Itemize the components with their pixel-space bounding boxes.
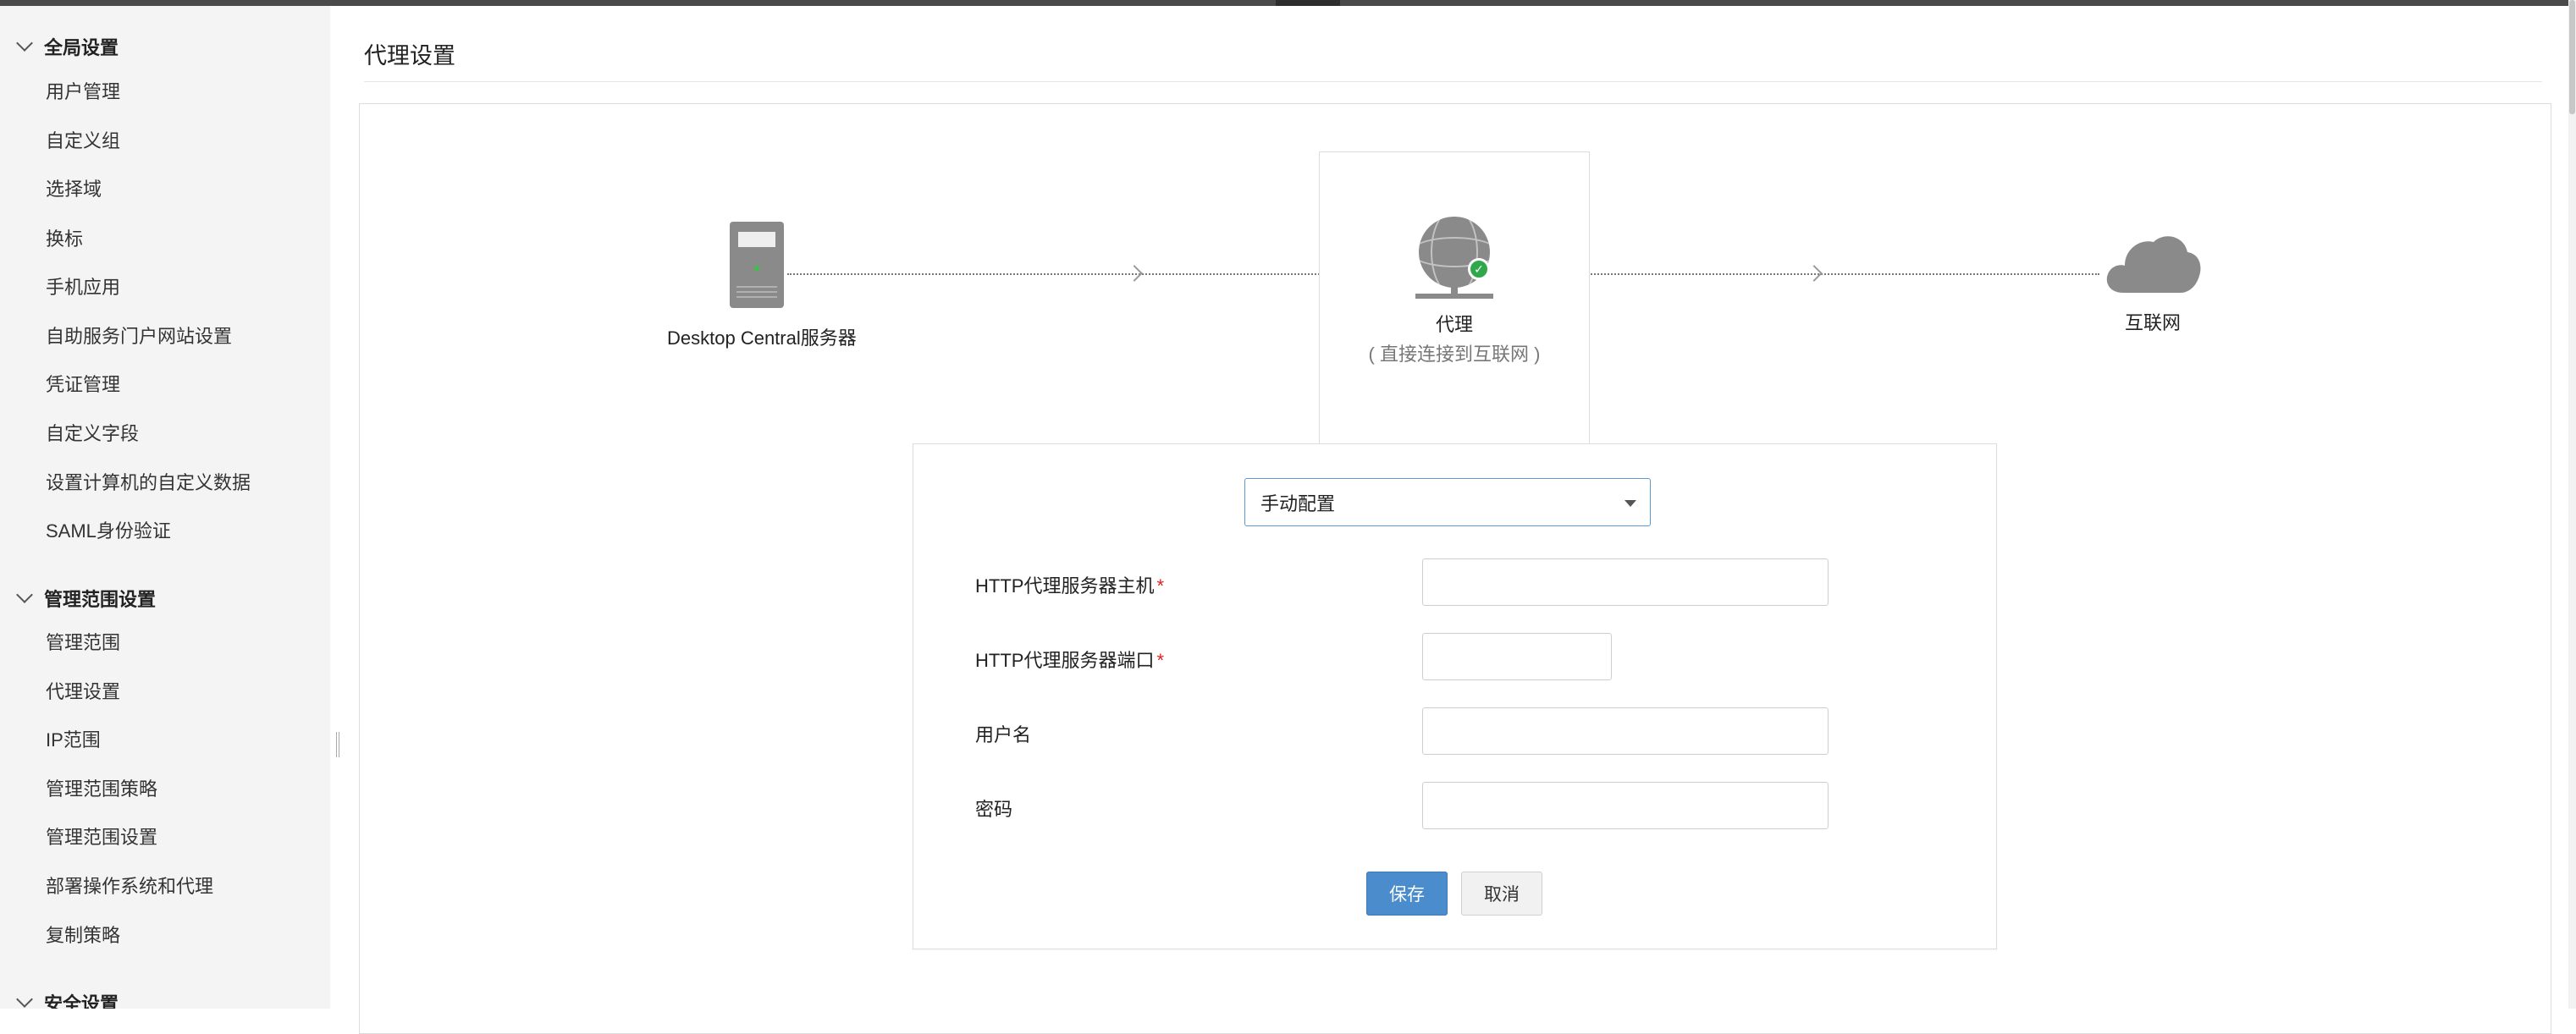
sidebar-item-computer-custom-data[interactable]: 设置计算机的自定义数据 [46,465,251,498]
chevron-down-icon [16,586,33,603]
scrollbar-thumb[interactable] [2569,0,2575,114]
config-mode-select[interactable]: 手动配置 [1244,478,1651,526]
sidebar-item-user-management[interactable]: 用户管理 [46,74,120,107]
sidebar-item-rebranding[interactable]: 换标 [46,221,83,255]
internet-label: 互联网 [2124,312,2181,333]
proxy-label: 代理 [1435,314,1473,335]
sidebar-item-label: IP范围 [46,729,101,751]
host-label-text: HTTP代理服务器主机 [975,575,1155,597]
server-label: Desktop Central服务器 [667,327,857,349]
sidebar-resize-handle[interactable] [333,726,343,763]
sidebar-item-label: 管理范围策略 [46,778,158,800]
server-icon [730,222,784,308]
sidebar-item-credential-management[interactable]: 凭证管理 [46,366,120,400]
sidebar-item-saml-auth[interactable]: SAML身份验证 [46,513,171,547]
sidebar-item-custom-groups[interactable]: 自定义组 [46,123,120,157]
required-mark: * [1156,575,1165,597]
sidebar-section-title: 全局设置 [44,37,119,58]
proxy-port-input[interactable] [1422,633,1612,680]
chevron-down-icon [16,991,33,1008]
sidebar-item-label: 复制策略 [46,925,121,946]
sidebar-item-label: SAML身份验证 [46,520,171,542]
sidebar-item-select-domain[interactable]: 选择域 [46,171,102,205]
sidebar-item-label: 设置计算机的自定义数据 [46,472,251,493]
sidebar-item-ip-range[interactable]: IP范围 [46,722,101,756]
cloud-icon [2106,236,2201,293]
sidebar-item-scope-policy[interactable]: 管理范围策略 [46,771,157,805]
sidebar-item-deploy-os-agent[interactable]: 部署操作系统和代理 [46,868,213,902]
checkmark-icon: ✓ [1468,258,1490,280]
port-label: HTTP代理服务器端口 * [975,646,1164,673]
chevron-down-icon [16,35,33,52]
host-label: HTTP代理服务器主机 * [975,571,1164,598]
sidebar-item-label: 用户管理 [46,81,121,102]
chevron-down-icon [1624,500,1636,507]
sidebar-item-label: 代理设置 [46,681,121,702]
sidebar-item-scope[interactable]: 管理范围 [46,624,120,658]
required-mark: * [1156,650,1165,671]
globe-base [1415,294,1493,299]
sidebar-item-label: 自助服务门户网站设置 [46,326,233,347]
sidebar-item-scope-settings[interactable]: 管理范围设置 [46,819,157,853]
config-mode-value: 手动配置 [1260,492,1336,514]
sidebar-section-title: 安全设置 [44,993,119,1009]
sidebar-item-label: 选择域 [46,179,102,200]
proxy-host-input[interactable] [1422,558,1829,606]
sidebar-item-label: 凭证管理 [46,374,121,395]
sidebar-item-self-service-portal[interactable]: 自助服务门户网站设置 [46,318,232,352]
sidebar-item-replication-policy[interactable]: 复制策略 [46,917,120,951]
sidebar-item-proxy-settings[interactable]: 代理设置 [46,674,120,707]
username-input[interactable] [1422,707,1829,755]
sidebar: 全局设置 用户管理 自定义组 选择域 换标 手机应用 自助服务门户网站设置 凭证… [0,6,330,1009]
sidebar-section-title: 管理范围设置 [44,589,157,610]
sidebar-item-label: 管理范围 [46,632,121,653]
page-title: 代理设置 [364,43,455,69]
proxy-sublabel: ( 直接连接到互联网 ) [1368,344,1541,365]
cancel-button[interactable]: 取消 [1461,872,1542,916]
top-bar-marker [1276,0,1340,6]
sidebar-item-custom-fields[interactable]: 自定义字段 [46,415,139,449]
sidebar-item-label: 换标 [46,228,84,250]
sidebar-item-label: 部署操作系统和代理 [46,876,214,897]
sidebar-item-label: 自定义字段 [46,423,140,444]
password-label: 密码 [975,799,1013,820]
sidebar-item-label: 自定义组 [46,130,121,151]
port-label-text: HTTP代理服务器端口 [975,650,1155,671]
sidebar-item-mobile-app[interactable]: 手机应用 [46,269,120,303]
scrollbar-track[interactable] [2568,0,2576,1009]
username-label: 用户名 [975,724,1032,745]
password-input[interactable] [1422,782,1829,829]
top-bar [0,0,2576,6]
sidebar-section-scope[interactable]: 管理范围设置 [16,581,157,615]
sidebar-section-global[interactable]: 全局设置 [16,30,119,63]
title-divider [364,81,2542,82]
sidebar-section-security[interactable]: 安全设置 [16,986,119,1009]
sidebar-item-label: 手机应用 [46,277,121,298]
sidebar-item-label: 管理范围设置 [46,827,158,848]
save-button[interactable]: 保存 [1366,872,1448,916]
